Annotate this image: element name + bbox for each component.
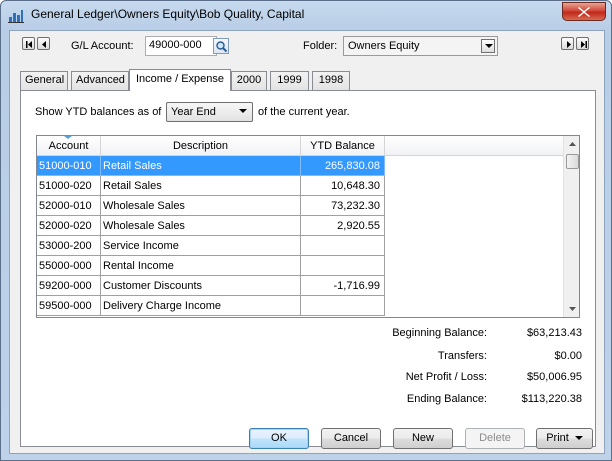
cell-description[interactable]: Retail Sales [101,176,301,196]
gl-account-label: G/L Account: [71,40,134,52]
chart-app-icon [8,8,24,23]
last-record-button[interactable] [576,37,589,50]
accounts-grid: Account Description YTD Balance 51000-01… [36,135,580,318]
close-icon [578,7,590,17]
cell-description[interactable]: Rental Income [101,256,301,276]
cell-account[interactable]: 52000-010 [37,196,101,216]
title-bar[interactable]: General Ledger\Owners Equity\Bob Quality… [1,1,611,29]
cell-balance[interactable] [301,236,385,256]
first-icon [26,41,32,48]
tab-general[interactable]: General [20,71,68,90]
transfers-value: $0.00 [554,350,582,362]
next-record-button[interactable] [561,37,574,50]
new-button[interactable]: New [393,428,453,449]
chevron-up-icon [569,142,576,146]
cell-account[interactable]: 59200-000 [37,276,101,296]
cell-description[interactable]: Customer Discounts [101,276,301,296]
cell-balance[interactable] [301,256,385,276]
delete-button[interactable]: Delete [465,428,525,449]
cell-account[interactable]: 59500-000 [37,296,101,316]
column-header-description[interactable]: Description [101,136,301,156]
chevron-down-icon[interactable] [236,105,250,119]
column-header-account[interactable]: Account [37,136,101,156]
folder-value: Owners Equity [348,40,420,52]
table-row[interactable]: 52000-010 Wholesale Sales 73,232.30 [37,196,385,216]
account-lookup-button[interactable] [213,38,229,54]
cell-account[interactable]: 51000-010 [37,156,101,176]
ytd-prefix-label: Show YTD balances as of [35,106,162,118]
cell-description[interactable]: Retail Sales [101,156,301,176]
cell-account[interactable]: 55000-000 [37,256,101,276]
dropdown-caret-icon [574,436,583,441]
cell-description[interactable]: Delivery Charge Income [101,296,301,316]
cell-account[interactable]: 52000-020 [37,216,101,236]
chevron-down-icon [569,307,576,311]
print-button[interactable]: Print [536,428,593,449]
tab-income-expense[interactable]: Income / Expense [129,69,231,91]
ytd-period-value: Year End [171,106,216,118]
table-row[interactable]: 59500-000 Delivery Charge Income [37,296,385,316]
ending-balance-value: $113,220.38 [521,393,582,405]
net-profit-loss-value: $50,006.95 [526,371,582,383]
tab-1999[interactable]: 1999 [270,71,309,90]
first-record-button[interactable] [22,37,35,50]
ending-balance-label: Ending Balance: [406,393,487,405]
magnifier-icon [216,41,228,53]
cell-balance[interactable]: 10,648.30 [301,176,385,196]
dialog-client-area: G/L Account: 49000-000 Folder: Owners Eq… [9,30,605,454]
table-row[interactable]: 51000-010 Retail Sales 265,830.08 [37,156,385,176]
cell-account[interactable]: 51000-020 [37,176,101,196]
table-row[interactable]: 59200-000 Customer Discounts -1,716.99 [37,276,385,296]
tab-advanced[interactable]: Advanced [71,71,129,90]
column-header-ytd-balance[interactable]: YTD Balance [301,136,385,156]
window-title: General Ledger\Owners Equity\Bob Quality… [31,7,305,21]
table-row[interactable]: 55000-000 Rental Income [37,256,385,276]
sort-arrow-icon [64,136,72,139]
beginning-balance-value: $63,213.43 [526,327,582,339]
folder-label: Folder: [303,40,338,52]
previous-icon [42,41,46,48]
close-button[interactable] [562,2,606,21]
cell-balance[interactable] [301,296,385,316]
cell-account[interactable]: 53000-200 [37,236,101,256]
table-row[interactable]: 53000-200 Service Income [37,236,385,256]
cell-balance[interactable]: -1,716.99 [301,276,385,296]
scroll-thumb[interactable] [566,154,579,169]
next-icon [567,41,571,48]
chevron-down-icon[interactable] [481,39,495,53]
cancel-button[interactable]: Cancel [321,428,381,449]
ytd-suffix-label: of the current year. [258,106,350,118]
previous-record-button[interactable] [37,37,50,50]
income-expense-panel: Show YTD balances as of Year End of the … [20,90,596,447]
print-label: Print [546,432,569,444]
table-row[interactable]: 51000-020 Retail Sales 10,648.30 [37,176,385,196]
scroll-up-button[interactable] [564,136,579,153]
gl-account-field[interactable]: 49000-000 [145,36,217,56]
cell-balance[interactable]: 265,830.08 [301,156,385,176]
tab-2000[interactable]: 2000 [231,71,267,90]
table-row[interactable]: 52000-020 Wholesale Sales 2,920.55 [37,216,385,236]
cell-balance[interactable]: 2,920.55 [301,216,385,236]
ytd-period-select[interactable]: Year End [166,102,253,122]
tab-1998[interactable]: 1998 [312,71,350,90]
grid-scrollbar[interactable] [563,136,579,317]
cell-description[interactable]: Wholesale Sales [101,196,301,216]
cell-description[interactable]: Service Income [101,236,301,256]
transfers-label: Transfers: [437,350,487,362]
scroll-down-button[interactable] [564,300,579,317]
last-icon [581,41,587,48]
cell-balance[interactable]: 73,232.30 [301,196,385,216]
ok-button[interactable]: OK [249,428,309,449]
dialog-window: General Ledger\Owners Equity\Bob Quality… [0,0,612,461]
grid-header: Account Description YTD Balance [37,136,564,156]
beginning-balance-label: Beginning Balance: [392,327,487,339]
cell-description[interactable]: Wholesale Sales [101,216,301,236]
net-profit-loss-label: Net Profit / Loss: [405,371,487,383]
folder-select[interactable]: Owners Equity [343,36,498,56]
